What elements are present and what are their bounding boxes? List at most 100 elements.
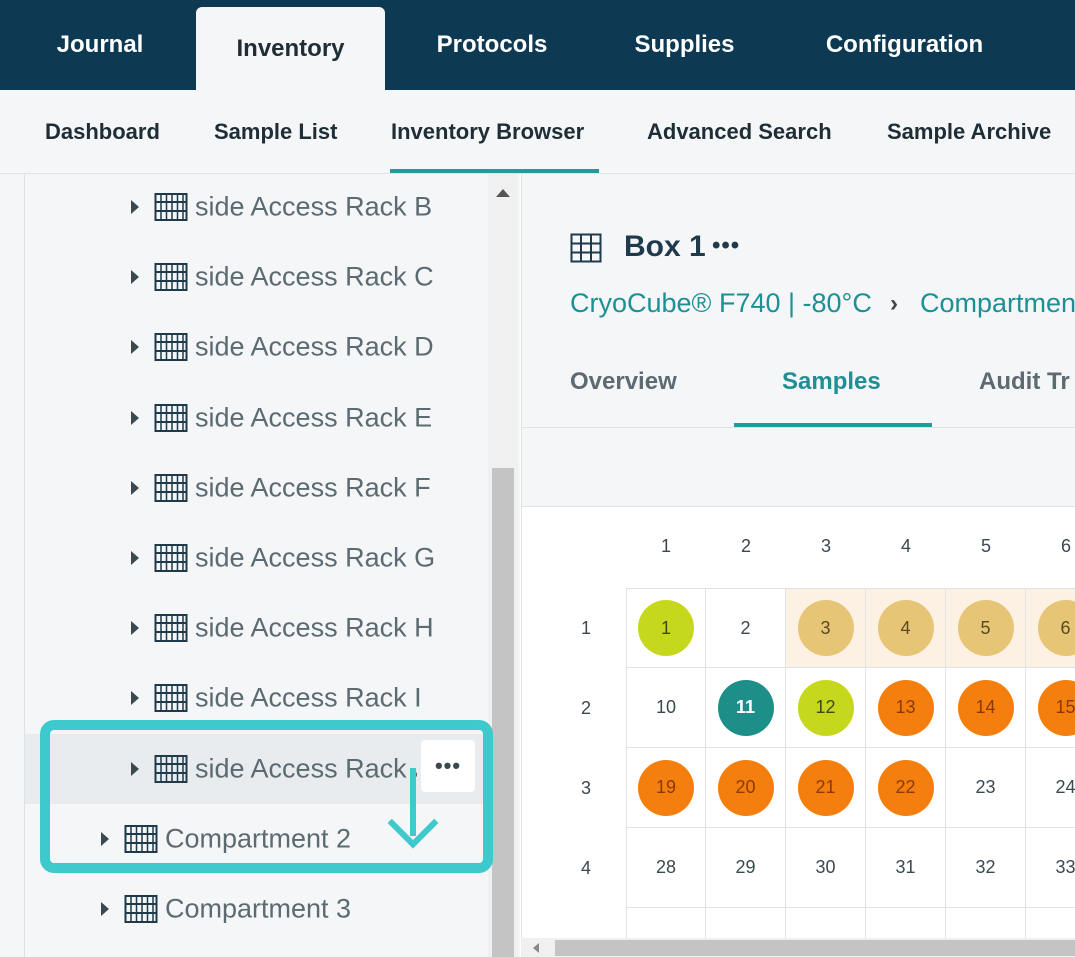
sample-tube-marker[interactable]: 1: [638, 600, 694, 656]
scroll-up-icon[interactable]: [496, 189, 510, 197]
grid-cell[interactable]: 21: [786, 748, 866, 828]
grid-cell[interactable]: 6: [1026, 588, 1075, 668]
grid-cell[interactable]: 22: [866, 748, 946, 828]
tree-item[interactable]: side Access Rack H: [25, 593, 488, 663]
grid-cell[interactable]: 31: [866, 828, 946, 908]
top-tab-protocols[interactable]: Protocols: [418, 0, 566, 90]
grid-cell[interactable]: 20: [706, 748, 786, 828]
page-title: Box 1: [624, 230, 706, 263]
grid-cell[interactable]: 1: [626, 588, 706, 668]
tree-item[interactable]: side Access Rack G: [25, 523, 488, 593]
breadcrumb-compartment[interactable]: Compartment: [920, 288, 1075, 319]
column-header: 4: [900, 536, 911, 556]
top-nav: Journal Inventory Protocols Supplies Con…: [0, 0, 1075, 90]
title-more-button[interactable]: •••: [712, 232, 740, 260]
grid-cell[interactable]: 19: [626, 748, 706, 828]
box-grid: 1 2 3 4 5 6 10 11 12 13 14 15 19 20 21 22 23 24 28 29 30 31 32…: [626, 588, 1075, 957]
sample-tube-marker[interactable]: 3: [797, 600, 854, 656]
sub-nav: Dashboard Sample List Inventory Browser …: [0, 90, 1075, 174]
sample-tube-marker[interactable]: 13: [877, 679, 934, 736]
subnav-dashboard[interactable]: Dashboard: [45, 90, 160, 174]
scrollbar-thumb[interactable]: [492, 468, 514, 957]
rack-icon: [154, 403, 188, 433]
grid-cell[interactable]: 11: [706, 668, 786, 748]
tree-item-label: side Access Rack H: [195, 612, 434, 643]
grid-cell[interactable]: 24: [1026, 748, 1075, 828]
tree-item[interactable]: Compartment 3: [25, 874, 488, 944]
breadcrumb-freezer[interactable]: CryoCube® F740 | -80°C: [570, 288, 872, 319]
expand-caret-icon[interactable]: [131, 621, 139, 636]
expand-caret-icon[interactable]: [101, 902, 109, 916]
top-tab-supplies[interactable]: Supplies: [612, 0, 757, 90]
grid-cell[interactable]: 5: [946, 588, 1026, 668]
sample-tube-marker[interactable]: 20: [717, 759, 774, 816]
tree-item[interactable]: side Access Rack B: [25, 174, 488, 242]
grid-cell[interactable]: 14: [946, 668, 1026, 748]
expand-caret-icon[interactable]: [131, 340, 139, 355]
grid-cell[interactable]: 23: [946, 748, 1026, 828]
tree-item-label: side Access Rack F: [195, 472, 431, 503]
sample-tube-marker[interactable]: 21: [797, 759, 854, 816]
horizontal-scrollbar-thumb[interactable]: [555, 940, 1075, 956]
grid-cell[interactable]: 2: [706, 588, 786, 668]
tree-item-label: side Access Rack E: [195, 402, 433, 433]
sample-tube-marker[interactable]: 15: [1037, 679, 1075, 736]
subnav-sample-archive[interactable]: Sample Archive: [887, 90, 1051, 174]
grid-box-icon: [570, 233, 602, 263]
tree-item-label: side Access Rack D: [195, 331, 434, 362]
expand-caret-icon[interactable]: [131, 200, 139, 214]
grid-cell[interactable]: 10: [626, 668, 706, 748]
breadcrumb-chevron-icon: ›: [890, 290, 898, 317]
rack-icon: [154, 262, 188, 292]
expand-caret-icon[interactable]: [131, 480, 139, 495]
highlight-callout: [40, 720, 493, 873]
sample-tube-marker[interactable]: 5: [957, 600, 1014, 656]
sample-tube-marker[interactable]: 4: [877, 600, 934, 656]
grid-cell[interactable]: 12: [786, 668, 866, 748]
expand-caret-icon[interactable]: [131, 270, 139, 285]
row-header: 2: [580, 698, 591, 718]
top-tab-journal[interactable]: Journal: [30, 0, 170, 90]
expand-caret-icon[interactable]: [131, 410, 139, 425]
tree-item-label: side Access Rack G: [195, 542, 436, 573]
expand-caret-icon[interactable]: [131, 551, 139, 565]
tree-item[interactable]: side Access Rack C: [25, 242, 488, 312]
rack-icon: [154, 192, 188, 222]
grid-cell[interactable]: 15: [1026, 668, 1075, 748]
grid-cell[interactable]: 33: [1026, 828, 1075, 908]
tab-audit-trail[interactable]: Audit Tr: [979, 368, 1070, 396]
subnav-inventory-browser[interactable]: Inventory Browser: [391, 90, 584, 174]
grid-cell[interactable]: 32: [946, 828, 1026, 908]
row-header: 1: [580, 618, 591, 638]
top-tab-configuration[interactable]: Configuration: [802, 0, 1007, 90]
tab-samples[interactable]: Samples: [782, 368, 881, 396]
subnav-sample-list[interactable]: Sample List: [214, 90, 337, 174]
grid-cell[interactable]: 29: [706, 828, 786, 908]
grid-cell[interactable]: 3: [786, 588, 866, 668]
tree-item[interactable]: side Access Rack D: [25, 312, 488, 382]
sample-tube-marker[interactable]: 22: [877, 759, 934, 816]
sample-tube-marker[interactable]: 14: [957, 679, 1014, 736]
scroll-left-icon[interactable]: [533, 943, 539, 953]
grid-cell[interactable]: 30: [786, 828, 866, 908]
tab-overview[interactable]: Overview: [570, 368, 677, 396]
grid-cell[interactable]: 28: [626, 828, 706, 908]
column-header: 2: [740, 536, 751, 556]
column-header: 1: [660, 536, 671, 556]
tree-item[interactable]: side Access Rack E: [25, 383, 488, 453]
sample-tube-marker[interactable]: 11: [717, 679, 774, 736]
samples-toolbar: [522, 428, 1075, 507]
tree-item[interactable]: side Access Rack F: [25, 453, 488, 523]
grid-cell[interactable]: 13: [866, 668, 946, 748]
panel-horizontal-scrollbar[interactable]: [521, 938, 1075, 957]
row-header: 4: [580, 858, 591, 878]
column-header: 5: [980, 536, 991, 556]
rack-icon: [154, 543, 188, 573]
subnav-advanced-search[interactable]: Advanced Search: [647, 90, 832, 174]
sample-tube-marker[interactable]: 19: [638, 759, 694, 816]
grid-cell[interactable]: 4: [866, 588, 946, 668]
sample-tube-marker[interactable]: 12: [797, 679, 854, 736]
expand-caret-icon[interactable]: [131, 691, 139, 706]
sample-tube-marker[interactable]: 6: [1037, 600, 1075, 656]
top-tab-inventory[interactable]: Inventory: [196, 7, 385, 90]
